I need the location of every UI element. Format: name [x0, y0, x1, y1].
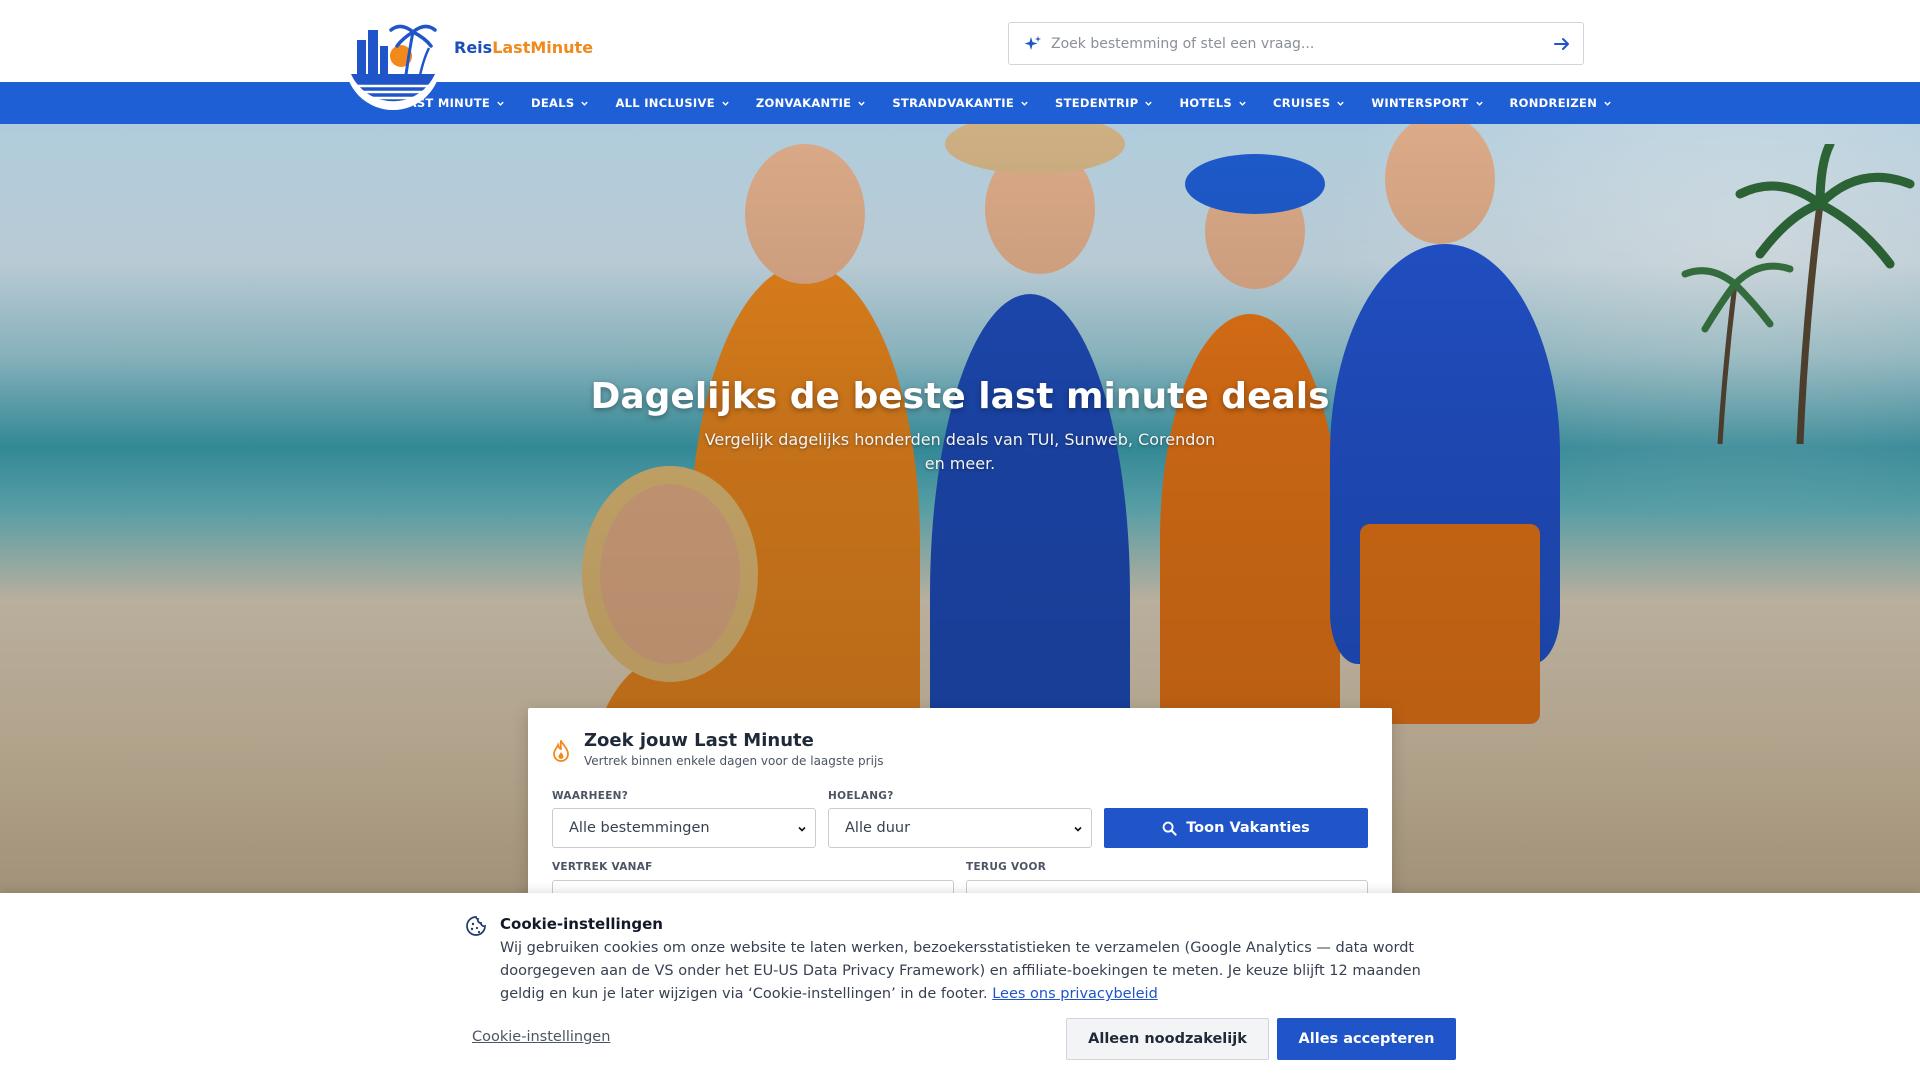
brand-part-reis: Reis	[454, 38, 493, 57]
chevron-down-icon	[1337, 101, 1345, 106]
destination-value: Alle bestemmingen	[569, 820, 710, 836]
cookie-settings-link[interactable]: Cookie-instellingen	[472, 1029, 610, 1045]
chevron-down-icon	[858, 101, 866, 106]
nav-label: DEALS	[531, 96, 575, 110]
chevron-down-icon	[1074, 826, 1082, 832]
nav-item-wintersport[interactable]: WINTERSPORT	[1371, 96, 1483, 110]
cookie-description: Wij gebruiken cookies om onze website te…	[500, 940, 1421, 1002]
only-necessary-button[interactable]: Alleen noodzakelijk	[1066, 1018, 1269, 1060]
hero-title: Dagelijks de beste last minute deals	[590, 376, 1330, 417]
site-search[interactable]	[1008, 22, 1584, 65]
show-holidays-button[interactable]: Toon Vakanties	[1104, 808, 1368, 848]
nav-label: STRANDVAKANTIE	[892, 96, 1015, 110]
logo-icon[interactable]	[343, 12, 443, 112]
nav-label: CRUISES	[1272, 96, 1331, 110]
nav-label: STEDENTRIP	[1055, 96, 1139, 110]
cookie-icon	[466, 916, 486, 936]
chevron-down-icon	[497, 101, 504, 106]
chevron-down-icon	[1604, 101, 1611, 106]
nav-label: HOTELS	[1179, 96, 1232, 110]
search-card-title: Zoek jouw Last Minute	[584, 730, 814, 751]
search-card-subtitle: Vertrek binnen enkele dagen voor de laag…	[584, 754, 884, 768]
duration-value: Alle duur	[845, 820, 911, 836]
hero-subtitle: Vergelijk dagelijks honderden deals van …	[704, 430, 1216, 473]
nav-item-stedentrip[interactable]: STEDENTRIP	[1055, 96, 1153, 110]
brand-part-lastminute: LastMinute	[492, 38, 594, 57]
duration-label: HOELANG?	[828, 790, 894, 802]
cookie-banner: Cookie-instellingen Wij gebruiken cookie…	[0, 893, 1920, 1080]
nav-item-strandvakantie[interactable]: STRANDVAKANTIE	[892, 96, 1029, 110]
nav-item-deals[interactable]: DEALS	[531, 96, 589, 110]
destination-label: WAARHEEN?	[552, 790, 629, 802]
chevron-down-icon	[1239, 101, 1246, 106]
nav-item-hotels[interactable]: HOTELS	[1179, 96, 1247, 110]
destination-select[interactable]: Alle bestemmingen	[552, 808, 816, 848]
nav-label: ALL INCLUSIVE	[615, 96, 715, 110]
return-label: TERUG VOOR	[966, 861, 1047, 873]
nav-label: ZONVAKANTIE	[755, 96, 852, 110]
nav-label: RONDREIZEN	[1509, 96, 1598, 110]
nav-item-zonvakantie[interactable]: ZONVAKANTIE	[756, 96, 866, 110]
nav-label: WINTERSPORT	[1371, 96, 1469, 110]
cookie-text: Wij gebruiken cookies om onze website te…	[500, 937, 1450, 1006]
duration-select[interactable]: Alle duur	[828, 808, 1092, 848]
chevron-down-icon	[798, 826, 806, 832]
search-input[interactable]	[1051, 23, 1521, 64]
chevron-down-icon	[1475, 101, 1483, 106]
chevron-down-icon	[1021, 101, 1028, 106]
brand-name[interactable]: ReisLastMinute	[454, 38, 593, 57]
ai-sparkle-icon	[1024, 36, 1041, 50]
accept-all-button[interactable]: Alles accepteren	[1277, 1018, 1456, 1060]
main-nav: LAST MINUTE DEALS ALL INCLUSIVE ZONVAKAN…	[0, 82, 1920, 124]
nav-items: LAST MINUTE DEALS ALL INCLUSIVE ZONVAKAN…	[400, 82, 1638, 124]
privacy-policy-link[interactable]: Lees ons privacybeleid	[992, 986, 1158, 1002]
nav-item-cruises[interactable]: CRUISES	[1273, 96, 1345, 110]
chevron-down-icon	[1145, 101, 1153, 106]
nav-item-all-inclusive[interactable]: ALL INCLUSIVE	[615, 96, 729, 110]
chevron-down-icon	[581, 101, 589, 106]
chevron-down-icon	[722, 101, 729, 106]
show-holidays-label: Toon Vakanties	[1186, 820, 1310, 836]
site-header: ReisLastMinute	[0, 0, 1920, 110]
arrow-right-icon[interactable]	[1551, 33, 1573, 55]
search-icon	[1162, 821, 1177, 836]
nav-item-rondreizen[interactable]: RONDREIZEN	[1510, 96, 1613, 110]
flame-icon	[553, 740, 569, 762]
departure-label: VERTREK VANAF	[552, 861, 653, 873]
cookie-title: Cookie-instellingen	[500, 915, 663, 933]
